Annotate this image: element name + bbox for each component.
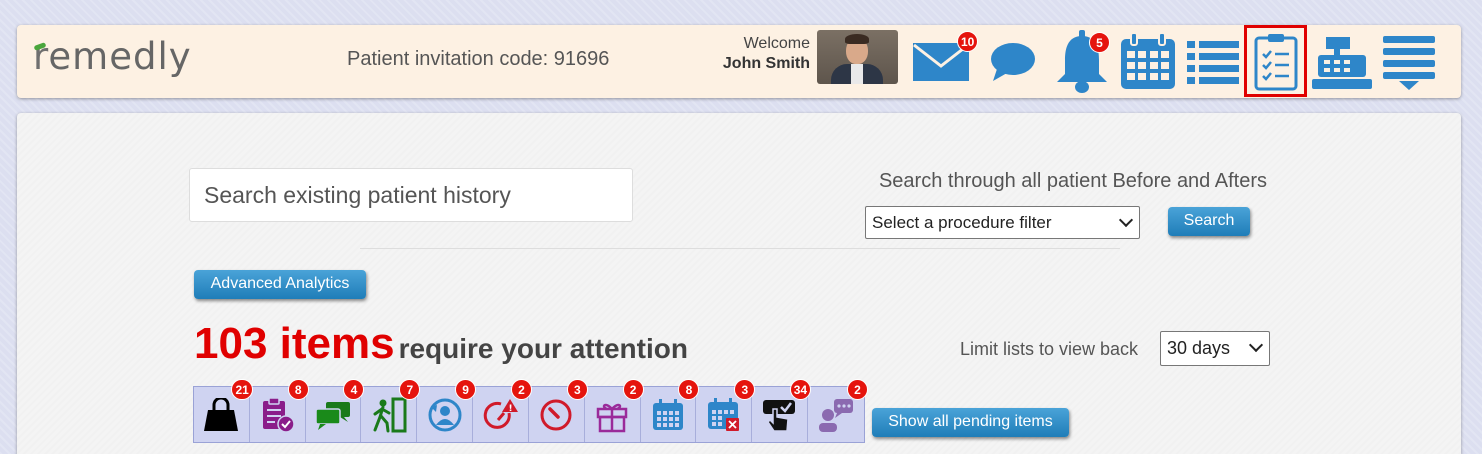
procedure-filter-value: Select a procedure filter: [872, 213, 1052, 232]
user-chat-icon: [819, 398, 854, 432]
shopping-bag-icon: [204, 397, 239, 431]
attention-text: require your attention: [398, 333, 688, 364]
chevron-down-icon: [1118, 212, 1134, 228]
pending-item[interactable]: 4: [306, 379, 365, 442]
messages-icon: [315, 401, 351, 430]
exit-icon: [373, 397, 407, 432]
mail-button[interactable]: 10: [909, 25, 979, 98]
pending-item[interactable]: 7: [361, 379, 421, 442]
list-button[interactable]: [1185, 25, 1241, 98]
notifications-badge: 5: [1089, 32, 1110, 53]
show-all-pending-button[interactable]: Show all pending items: [872, 408, 1069, 437]
tap-check-icon: [762, 399, 795, 432]
pending-item[interactable]: 8: [250, 379, 309, 442]
limit-label: Limit lists to view back: [960, 339, 1139, 359]
pending-item[interactable]: 9: [417, 379, 477, 442]
menu-button[interactable]: [1379, 25, 1439, 98]
gauge-alert-icon: !: [483, 398, 518, 429]
limit-days-value: 30 days: [1167, 338, 1231, 358]
selected-indicator: [1244, 25, 1307, 97]
pending-item[interactable]: 2: [808, 379, 868, 442]
avatar[interactable]: [817, 30, 898, 84]
pending-badge: 2: [846, 379, 868, 400]
calendar-icon: [1121, 32, 1175, 89]
pending-item[interactable]: 2: [585, 379, 644, 442]
patient-history-search-input[interactable]: [189, 168, 633, 222]
cash-register-icon: [1312, 36, 1372, 89]
gauge-icon: [540, 399, 572, 430]
pending-item[interactable]: 34: [752, 379, 812, 442]
search-button[interactable]: Search: [1168, 207, 1250, 236]
notifications-button[interactable]: 5: [1051, 25, 1113, 98]
attention-headline: 103 items require your attention: [194, 319, 688, 369]
pending-item[interactable]: 3: [529, 379, 588, 442]
advanced-analytics-button[interactable]: Advanced Analytics: [194, 270, 366, 299]
main-panel: Search through all patient Before and Af…: [17, 113, 1461, 454]
chat-icon: [991, 42, 1035, 81]
welcome-label: Welcome: [743, 35, 810, 52]
list-icon: [1187, 40, 1239, 84]
menu-icon: [1383, 35, 1435, 90]
pending-item[interactable]: 8: [641, 379, 700, 442]
pending-item[interactable]: 21: [194, 379, 253, 442]
calendar-grid-icon: [653, 398, 684, 430]
before-after-label: Search through all patient Before and Af…: [878, 170, 1267, 192]
calendar-button[interactable]: [1117, 25, 1179, 98]
chat-button[interactable]: [987, 25, 1039, 98]
chevron-down-icon: [1248, 337, 1264, 353]
welcome-block: Welcome John Smith: [723, 34, 810, 74]
mail-badge: 10: [957, 31, 979, 52]
pending-items-strip: 21 8 4 7 9 ! 2 3 2 8 3 34 2: [193, 379, 868, 443]
cash-register-button[interactable]: [1311, 25, 1373, 98]
pending-item[interactable]: 3: [696, 379, 756, 442]
limit-days-select[interactable]: 30 days: [1160, 331, 1270, 366]
procedure-filter-select[interactable]: Select a procedure filter: [865, 206, 1140, 239]
invitation-code: Patient invitation code: 91696: [347, 48, 610, 70]
pending-item[interactable]: ! 2: [473, 379, 532, 442]
top-header: remedly Patient invitation code: 91696 W…: [17, 25, 1461, 98]
remedly-logo[interactable]: remedly: [33, 35, 192, 78]
user-refresh-icon: [428, 398, 462, 431]
calendar-cancel-icon: [707, 397, 739, 431]
svg-text:!: !: [508, 404, 512, 414]
divider: [360, 248, 1120, 249]
gift-icon: [596, 403, 628, 432]
user-name: John Smith: [722, 55, 810, 72]
attention-count: 103 items: [194, 319, 395, 368]
clipboard-check-icon: [263, 396, 295, 433]
